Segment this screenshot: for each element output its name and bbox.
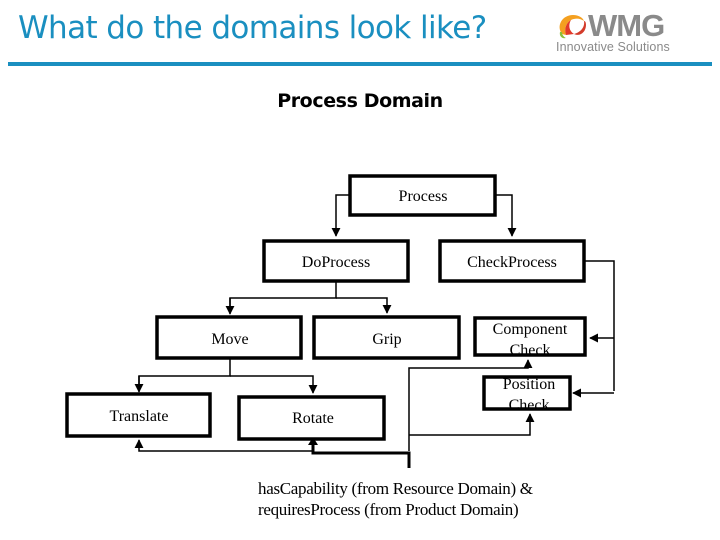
process-domain-diagram: Process DoProcess CheckProcess Move Grip… xyxy=(65,174,615,468)
diagram-caption: hasCapability (from Resource Domain) & r… xyxy=(258,478,533,520)
node-doprocess-label: DoProcess xyxy=(302,254,370,271)
edge-move-rotate xyxy=(230,375,318,394)
nodes xyxy=(65,174,587,441)
edge-doprocess-children xyxy=(229,281,337,313)
external-input-line xyxy=(311,443,411,468)
caption-line-2: requiresProcess (from Product Domain) xyxy=(258,500,519,519)
edge-checkprocess-right xyxy=(584,260,615,391)
node-component-check-label-2: Check xyxy=(510,342,551,359)
edge-external-position xyxy=(409,413,535,436)
node-process-label: Process xyxy=(399,188,448,205)
node-position-check-label-1: Position xyxy=(503,376,555,393)
edge-external-rotate xyxy=(311,443,411,468)
edge-move-children xyxy=(138,358,231,391)
node-grip-label: Grip xyxy=(372,331,401,348)
node-position-check-label-2: Check xyxy=(509,397,550,414)
node-checkprocess-label: CheckProcess xyxy=(467,254,557,271)
node-move-label: Move xyxy=(211,331,248,348)
edge-process-checkprocess xyxy=(495,194,517,237)
edge-doprocess-grip xyxy=(336,297,392,314)
node-translate-label: Translate xyxy=(110,408,169,425)
caption-line-1: hasCapability (from Resource Domain) & xyxy=(258,479,533,498)
edge-external-translate xyxy=(134,439,313,452)
node-component-check-label-1: Component xyxy=(493,321,568,338)
edge-process-doprocess xyxy=(331,194,350,237)
node-rotate-label: Rotate xyxy=(292,410,334,427)
